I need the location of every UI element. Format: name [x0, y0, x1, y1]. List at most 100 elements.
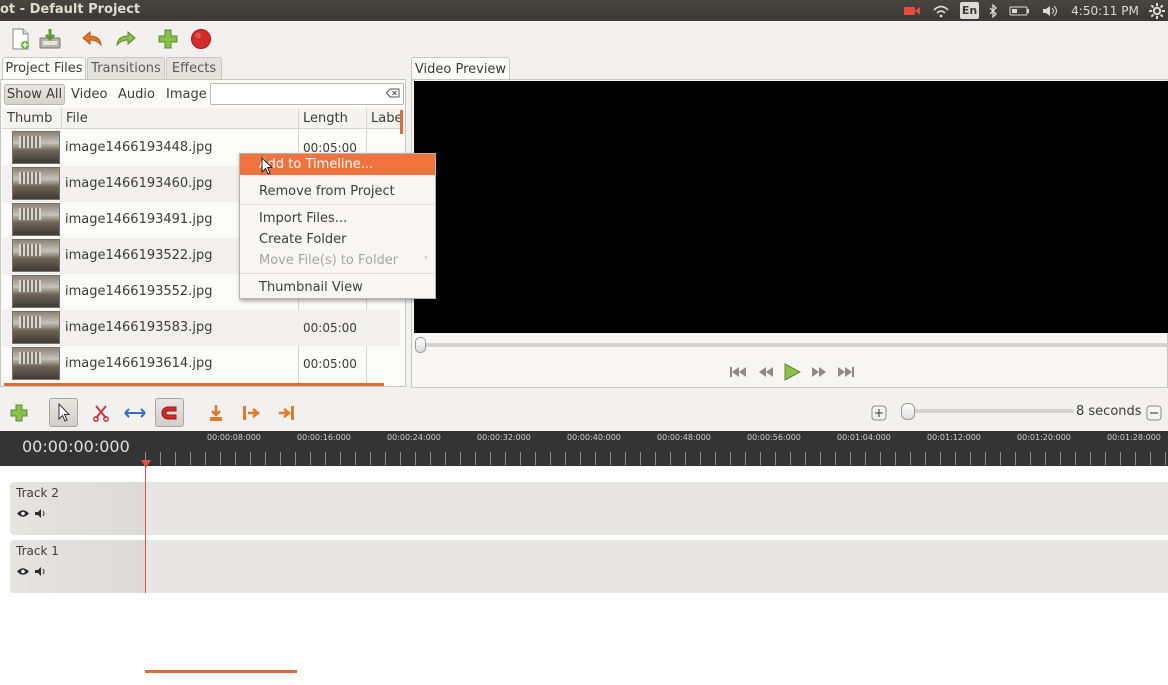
column-label[interactable]: Labe [371, 108, 400, 129]
resize-tool-icon[interactable] [120, 398, 149, 427]
tab-project-files[interactable]: Project Files [2, 57, 86, 79]
add-track-icon[interactable] [154, 25, 182, 53]
filter-video-button[interactable]: Video [71, 84, 107, 105]
file-name: image1466193614.jpg [65, 356, 213, 371]
tab-video-preview[interactable]: Video Preview [411, 57, 510, 80]
eye-icon[interactable] [16, 565, 30, 577]
column-length[interactable]: Length [303, 108, 348, 129]
file-name: image1466193460.jpg [65, 176, 213, 191]
file-thumbnail [12, 311, 60, 344]
razor-tool-icon[interactable] [86, 398, 115, 427]
redo-icon[interactable] [111, 25, 139, 53]
bluetooth-icon[interactable] [986, 2, 1000, 19]
zoom-level-label: 8 seconds [1076, 404, 1142, 419]
file-list-horizontal-scrollbar[interactable] [4, 383, 384, 386]
filter-audio-button[interactable]: Audio [118, 84, 155, 105]
volume-icon[interactable] [1040, 2, 1062, 19]
column-thumb[interactable]: Thumb [7, 108, 52, 129]
file-list-vertical-scrollbar[interactable] [400, 110, 403, 134]
record-icon[interactable] [187, 25, 215, 53]
column-file[interactable]: File [66, 108, 88, 129]
file-thumbnail [12, 203, 60, 236]
tab-transitions[interactable]: Transitions [87, 57, 165, 79]
menu-item-move-to-folder: Move File(s) to Folder [259, 253, 399, 268]
jump-to-start-icon[interactable] [728, 363, 748, 381]
file-name: image1466193583.jpg [65, 320, 213, 335]
add-marker-icon[interactable] [201, 398, 230, 427]
track-lane[interactable] [146, 540, 1168, 593]
track-lane[interactable] [146, 482, 1168, 535]
tab-effects[interactable]: Effects [166, 57, 222, 79]
file-length: 00:05:00 [303, 321, 357, 335]
file-name: image1466193448.jpg [65, 140, 213, 155]
battery-icon[interactable] [1008, 2, 1032, 19]
ruler-label: 00:00:08:000 [207, 433, 261, 442]
file-search-input[interactable] [210, 83, 404, 105]
zoom-in-icon[interactable] [864, 398, 893, 427]
track-name: Track 1 [16, 544, 59, 558]
file-thumbnail [12, 347, 60, 380]
wifi-icon[interactable] [931, 2, 951, 19]
select-tool-button[interactable] [49, 398, 78, 427]
zoom-slider-handle[interactable] [901, 403, 915, 420]
playhead-line[interactable] [145, 462, 146, 593]
settings-gear-icon[interactable] [1148, 2, 1166, 19]
mouse-cursor-icon [261, 156, 274, 179]
undo-icon[interactable] [79, 25, 107, 53]
speaker-icon[interactable] [34, 507, 48, 519]
new-file-icon[interactable] [6, 25, 34, 53]
add-track-button[interactable] [4, 398, 33, 427]
filter-show-all-button[interactable]: Show All [4, 84, 65, 105]
ruler-label: 00:00:24:000 [387, 433, 441, 442]
menu-item-import-files[interactable]: Import Files... [240, 208, 435, 229]
ruler-label: 00:00:56:000 [747, 433, 801, 442]
main-toolbar [0, 21, 1168, 55]
ruler-label: 00:00:16:000 [297, 433, 351, 442]
camera-icon[interactable] [902, 2, 922, 19]
fast-forward-icon[interactable] [809, 363, 829, 381]
playhead-handle[interactable] [141, 460, 151, 468]
previous-marker-icon[interactable] [236, 398, 265, 427]
preview-seek-slider[interactable] [418, 343, 1168, 347]
filter-image-button[interactable]: Image [166, 84, 207, 105]
ruler-label: 00:00:32:000 [477, 433, 531, 442]
menu-item-thumbnail-view[interactable]: Thumbnail View [240, 277, 435, 298]
submenu-arrow-icon: › [424, 253, 428, 263]
file-length: 00:05:00 [303, 357, 357, 371]
system-top-bar: ot - Default Project En 4:50:11 PM [0, 0, 1168, 21]
menu-item-remove-from-project[interactable]: Remove from Project [240, 181, 435, 202]
zoom-slider[interactable] [904, 409, 1074, 413]
menu-item-create-folder[interactable]: Create Folder [240, 229, 435, 250]
rewind-icon[interactable] [756, 363, 776, 381]
menu-separator [240, 204, 435, 205]
menu-separator [240, 273, 435, 274]
timeline-horizontal-scrollbar[interactable] [145, 670, 297, 673]
video-preview-screen [414, 81, 1168, 333]
track-name: Track 2 [16, 486, 59, 500]
keyboard-layout-indicator[interactable]: En [960, 2, 979, 19]
seek-slider-handle[interactable] [415, 337, 426, 353]
jump-to-end-icon[interactable] [836, 363, 856, 381]
ruler-label: 00:01:20:000 [1017, 433, 1071, 442]
play-icon[interactable] [782, 363, 802, 381]
column-divider [61, 108, 62, 129]
speaker-icon[interactable] [34, 565, 48, 577]
ruler-ticks [145, 452, 1168, 465]
file-thumbnail [12, 131, 60, 164]
clear-search-icon[interactable] [386, 87, 400, 99]
current-timecode: 00:00:00:000 [22, 437, 130, 456]
snapping-magnet-button[interactable] [155, 398, 184, 427]
clock[interactable]: 4:50:11 PM [1068, 2, 1142, 19]
file-name: image1466193522.jpg [65, 248, 213, 263]
ruler-label: 00:00:48:000 [657, 433, 711, 442]
ruler-label: 00:01:28:000 [1107, 433, 1161, 442]
window-title: ot - Default Project [0, 2, 141, 17]
file-name: image1466193491.jpg [65, 212, 213, 227]
next-marker-icon[interactable] [271, 398, 300, 427]
file-thumbnail [12, 167, 60, 200]
ruler-label: 00:01:04:000 [837, 433, 891, 442]
ruler-label: 00:00:40:000 [567, 433, 621, 442]
zoom-out-icon[interactable] [1139, 398, 1168, 427]
save-icon[interactable] [36, 25, 64, 53]
eye-icon[interactable] [16, 507, 30, 519]
